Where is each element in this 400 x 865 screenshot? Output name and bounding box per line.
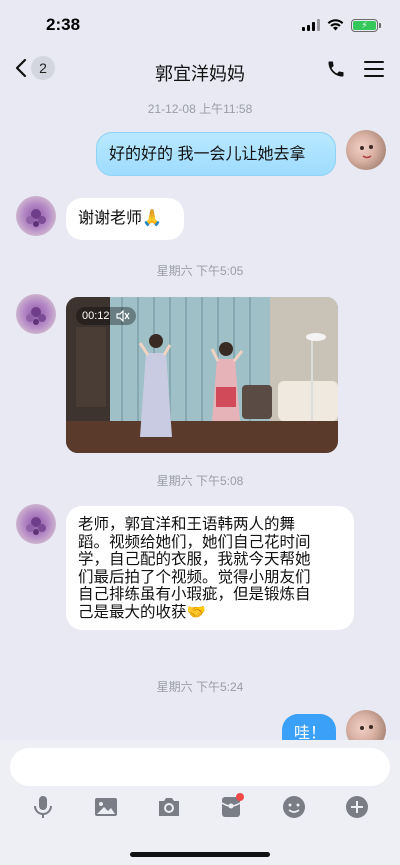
status-icons: ⚡ — [302, 18, 381, 32]
message-text: 谢谢老师🙏 — [78, 210, 162, 227]
nav-bar: 2 郭宜洋妈妈 — [0, 50, 400, 94]
message-bubble-sent[interactable]: 哇！ — [282, 714, 336, 740]
phone-icon[interactable] — [326, 59, 346, 79]
notification-dot — [236, 793, 245, 801]
muted-icon — [115, 310, 130, 322]
wifi-icon — [327, 19, 344, 31]
status-time: 2:38 — [46, 15, 81, 34]
red-packet-button[interactable] — [216, 792, 246, 822]
nav-actions — [326, 59, 384, 79]
microphone-button[interactable] — [28, 792, 58, 822]
image-button[interactable] — [91, 792, 121, 822]
message-text: 好的好的 我一会儿让她去拿 — [109, 146, 306, 163]
camera-icon — [158, 798, 179, 816]
message-bubble-sent[interactable]: 好的好的 我一会儿让她去拿 — [96, 132, 336, 176]
contact-avatar[interactable] — [16, 294, 56, 334]
menu-icon[interactable] — [364, 60, 384, 78]
timestamp: 星期六 下午5:05 — [156, 264, 244, 278]
timestamp: 星期六 下午5:08 — [156, 474, 244, 488]
camera-button[interactable] — [154, 792, 184, 822]
contact-avatar[interactable] — [16, 504, 56, 544]
timestamp: 21-12-08 上午11:58 — [147, 102, 253, 116]
message-line: 己是最大的收获🤝 — [78, 603, 206, 621]
status-bar: 2:38 ⚡ — [0, 0, 400, 50]
message-line: 自己排练虽有小瑕疵，但是锻炼自 — [78, 586, 311, 603]
input-toolbar — [0, 792, 400, 822]
plus-button[interactable] — [342, 792, 372, 822]
emoji-button[interactable] — [279, 792, 309, 822]
message-bubble-received[interactable]: 谢谢老师🙏 — [66, 198, 184, 240]
chat-area[interactable]: 21-12-08 上午11:58 好的好的 我一会儿让她去拿 谢谢老师🙏 星期六… — [0, 94, 400, 740]
image-icon — [94, 798, 117, 816]
battery-icon: ⚡ — [351, 18, 381, 32]
message-line: 老师，郭宜洋和王语韩两人的舞 — [78, 516, 296, 533]
my-avatar[interactable] — [346, 710, 386, 740]
message-line: 学，自己配的衣服，我就今天帮她 — [78, 551, 311, 568]
signal-icon — [302, 19, 320, 31]
message-bubble-received[interactable]: 老师，郭宜洋和王语韩两人的舞 蹈。视频给她们，她们自己花时间 学，自己配的衣服，… — [66, 506, 354, 630]
message-line: 们最后拍了个视频。觉得小朋友们 — [78, 568, 311, 586]
plus-icon — [345, 796, 368, 818]
message-text: 哇！ — [294, 725, 327, 740]
video-message[interactable]: 00:12 — [66, 297, 338, 453]
home-indicator — [130, 852, 270, 857]
message-input[interactable] — [10, 748, 390, 786]
timestamp: 星期六 下午5:24 — [156, 680, 244, 694]
input-area — [0, 740, 400, 865]
emoji-icon — [282, 796, 305, 818]
microphone-icon — [34, 796, 53, 818]
message-line: 蹈。视频给她们，她们自己花时间 — [78, 533, 311, 551]
my-avatar[interactable] — [346, 130, 386, 170]
video-duration: 00:12 — [76, 307, 136, 325]
contact-avatar[interactable] — [16, 196, 56, 236]
